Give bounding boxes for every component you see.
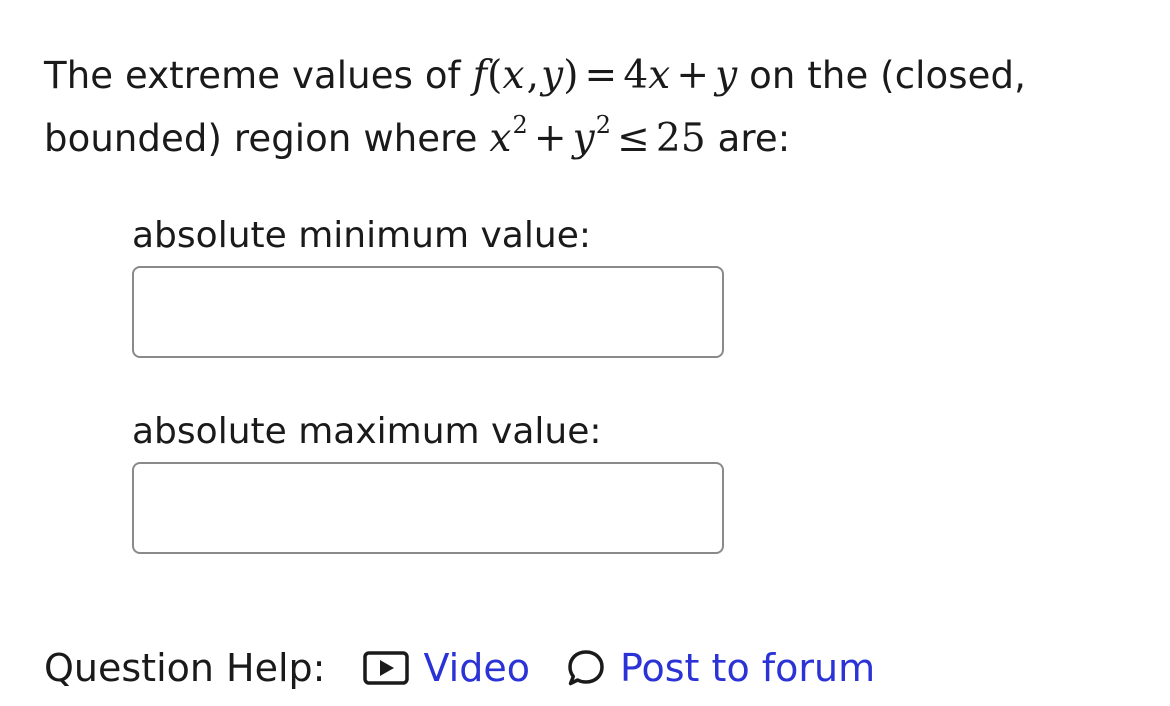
region-expression: x2 + y2 ≤25 xyxy=(489,113,706,161)
question-text: The extreme values of f(x,y) = 4x + y on the… xyxy=(44,44,1134,170)
speech-bubble-icon xyxy=(566,648,606,688)
function-open-paren: ( xyxy=(487,53,503,98)
region-x: x xyxy=(489,116,512,161)
question-outro: are: xyxy=(717,117,791,160)
equals-sign: = xyxy=(584,53,618,98)
term-x: x xyxy=(648,53,671,98)
function-arg-y: y xyxy=(541,53,564,98)
post-to-forum-link[interactable]: Post to forum xyxy=(566,646,875,690)
function-close-paren: ) xyxy=(563,53,579,98)
min-value-input[interactable] xyxy=(132,266,724,358)
function-arg-x: x xyxy=(502,53,525,98)
function-expression: f(x,y) = 4x + y xyxy=(473,53,738,98)
question-help: Question Help: Video Post to forum xyxy=(44,640,875,696)
plus-sign: + xyxy=(676,53,710,98)
question-intro: The extreme values of xyxy=(44,54,461,97)
region-y-exponent: 2 xyxy=(595,111,612,139)
question-help-label: Question Help: xyxy=(44,646,326,690)
region-x-exponent: 2 xyxy=(512,111,528,139)
video-link-label: Video xyxy=(423,646,530,690)
region-plus-sign: + xyxy=(533,116,567,161)
max-value-input[interactable] xyxy=(132,462,724,554)
term-y: y xyxy=(715,53,738,98)
region-bound: 25 xyxy=(655,116,706,161)
video-play-icon xyxy=(363,651,410,685)
coefficient: 4 xyxy=(623,53,649,98)
video-link[interactable]: Video xyxy=(363,646,530,690)
leq-sign: ≤ xyxy=(617,116,650,161)
function-arg-comma: , xyxy=(526,53,540,98)
max-value-label: absolute maximum value: xyxy=(132,411,602,452)
region-y: y xyxy=(572,116,595,161)
min-value-label: absolute minimum value: xyxy=(132,215,591,256)
function-name: f xyxy=(472,53,488,98)
post-to-forum-label: Post to forum xyxy=(619,646,876,690)
